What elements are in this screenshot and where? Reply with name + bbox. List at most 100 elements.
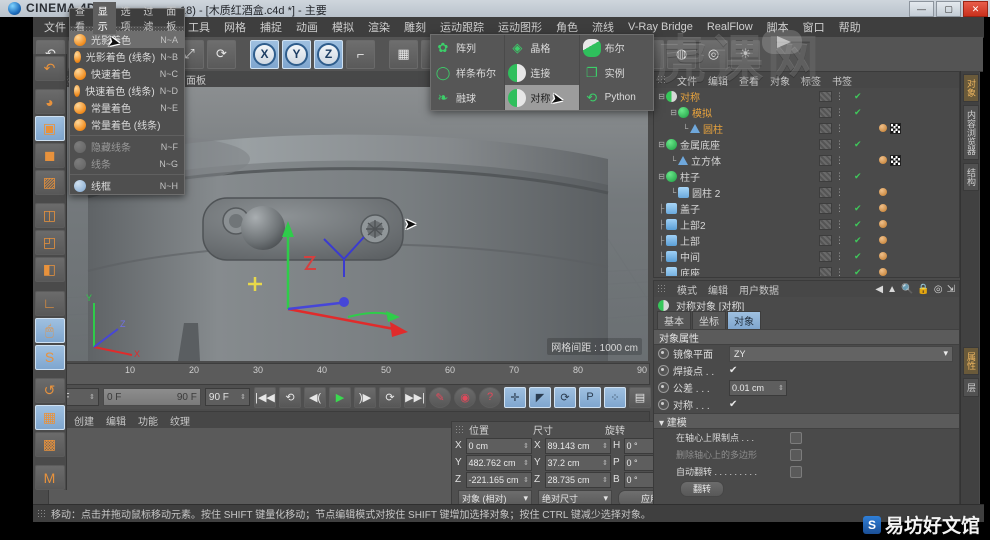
size-Y-field[interactable]: 37.2 cm ⇕ <box>544 454 611 471</box>
maximize-button[interactable]: ▢ <box>936 1 961 17</box>
material-tag-icon[interactable] <box>879 252 887 260</box>
position-X-field[interactable]: 0 cm ⇕ <box>465 437 532 454</box>
display-menu-item-隐藏线条[interactable]: 隐藏线条 N~F <box>70 138 184 155</box>
right-dock-tabs-upper[interactable]: 对象 内容浏览器 结构 <box>961 74 979 191</box>
object-visibility-dots[interactable]: ⋮ <box>819 122 844 134</box>
go-to-end-button[interactable]: ▶▶| <box>404 386 426 408</box>
object-visibility-dots[interactable]: ⋮ <box>819 106 844 118</box>
checker-cube-rail-button[interactable]: ◼ <box>34 143 65 169</box>
visibility-dots-icon[interactable]: ⋮ <box>835 251 844 262</box>
object-row-立方体[interactable]: └ 立方体 ⋮ <box>654 152 959 168</box>
menu-item-V-Ray Bridge[interactable]: V-Ray Bridge <box>621 19 700 35</box>
material-tag-icon[interactable] <box>879 220 887 228</box>
object-row-柱子[interactable]: ⊟ 柱子 ⋮ ✔ <box>654 168 959 184</box>
dock-tab-结构[interactable]: 结构 <box>963 163 979 191</box>
visibility-dots-icon[interactable]: ⋮ <box>835 139 844 150</box>
spinner-icon[interactable]: ⇕ <box>523 442 529 450</box>
attribute-manager-menu[interactable]: 模式 编辑 用户数据 ◀ ▲ 🔍 🔒 ◎ ⇲ <box>654 281 959 297</box>
forward-arrow-icon[interactable]: ▲ <box>887 284 897 295</box>
texture-tag-icon[interactable] <box>890 122 901 134</box>
layer-swatch-icon[interactable] <box>819 186 832 198</box>
animation-toolbar[interactable]: 0 F ⇕ 0 F 90 F 90 F ⇕ |◀◀⟲◀(▶)▶⟳▶▶|✎◉?✛◤… <box>48 385 651 409</box>
tree-twisty-icon[interactable]: └ <box>669 156 678 165</box>
object-menu-编辑[interactable]: 编辑 <box>703 72 733 89</box>
position-Z-field[interactable]: -221.165 cm ⇕ <box>465 471 532 488</box>
visibility-dots-icon[interactable]: ⋮ <box>835 267 844 277</box>
display-menu-item-光影着色[interactable]: 光影着色 N~A <box>70 31 184 48</box>
menu-item-模拟[interactable]: 模拟 <box>325 17 361 37</box>
minimize-button[interactable]: — <box>909 1 934 17</box>
symmetry-checkbox[interactable]: ✔ <box>729 399 737 410</box>
dock-tab-对象[interactable]: 对象 <box>963 74 979 102</box>
tree-twisty-icon[interactable]: ├ <box>657 204 666 213</box>
attribute-tab-坐标[interactable]: 坐标 <box>692 311 726 329</box>
visibility-dots-icon[interactable]: ⋮ <box>835 203 844 214</box>
display-menu-tab-面板[interactable]: 面板 <box>161 2 184 34</box>
spinner-icon[interactable]: ⇕ <box>602 476 608 484</box>
menu-item-工具[interactable]: 工具 <box>181 17 217 37</box>
menu-item-动画[interactable]: 动画 <box>289 17 325 37</box>
radio-icon[interactable] <box>658 348 669 359</box>
visibility-dots-icon[interactable]: ⋮ <box>835 235 844 246</box>
array-rail-button[interactable]: ◰ <box>34 230 65 256</box>
tree-twisty-icon[interactable]: ⊟ <box>657 140 666 149</box>
object-enabled-check-icon[interactable]: ✔ <box>854 267 862 277</box>
generator-item-对称[interactable]: 对称 <box>505 85 579 110</box>
right-dock-tabs-lower[interactable]: 属性层 <box>961 347 979 397</box>
display-menu-tab-过滤[interactable]: 过滤 <box>138 2 161 34</box>
modeling-option-checkbox[interactable] <box>790 465 802 478</box>
environment-button[interactable]: ◍ <box>667 39 696 69</box>
object-enabled-check-icon[interactable]: ✔ <box>854 91 862 102</box>
menu-item-帮助[interactable]: 帮助 <box>832 17 868 37</box>
right-dock-tabs[interactable]: 对象 内容浏览器 结构 属性层 <box>960 71 979 505</box>
generator-item-实例[interactable]: ❐ 实例 <box>580 60 653 85</box>
object-tree[interactable]: ⊟ 对称 ⋮ ✔ ⊟ 模拟 ⋮ ✔ └ 圆柱 ⋮ ⊟ 金属底座 ⋮ ✔ └ 立方体 ⋮ ⊟ 柱子 ⋮ ✔ └ 圆柱 2 ⋮ ├ 盖子… <box>654 88 959 276</box>
axis-y-button[interactable]: Y <box>282 39 311 69</box>
generator-item-样条布尔[interactable]: ◯ 样条布尔 <box>431 60 504 85</box>
snap-rail-button[interactable]: S <box>34 344 65 370</box>
menu-item-窗口[interactable]: 窗口 <box>796 17 832 37</box>
generator-item-阵列[interactable]: ✿ 阵列 <box>431 35 504 60</box>
position-Y-field[interactable]: 482.762 cm ⇕ <box>465 454 532 471</box>
back-arrow-icon[interactable]: ◀ <box>875 284 883 295</box>
layer-swatch-icon[interactable] <box>819 138 832 150</box>
layer-swatch-icon[interactable] <box>819 202 832 214</box>
autokeying-button[interactable]: ◉ <box>454 386 476 408</box>
keyframe-selection-button[interactable]: ? <box>479 386 501 408</box>
axis-z-button[interactable]: Z <box>314 39 343 69</box>
object-row-上部2[interactable]: ├ 上部2 ⋮ ✔ <box>654 216 959 232</box>
dock-tab-层[interactable]: 层 <box>963 378 979 397</box>
attribute-manager[interactable]: 模式 编辑 用户数据 ◀ ▲ 🔍 🔒 ◎ ⇲ 对称对象 [对称] 基本 坐标 对象 对象属性 镜像平… <box>653 280 960 507</box>
axis-rail-button[interactable]: ∟ <box>34 290 65 316</box>
object-visibility-dots[interactable]: ⋮ <box>819 234 844 246</box>
grip-dots-icon[interactable] <box>657 284 666 294</box>
material-tag-icon[interactable] <box>879 268 887 276</box>
visibility-dots-icon[interactable]: ⋮ <box>835 187 844 198</box>
target-icon[interactable]: ◎ <box>934 284 943 295</box>
material-tag-icon[interactable] <box>879 236 887 244</box>
menu-item-脚本[interactable]: 脚本 <box>760 17 796 37</box>
layer-swatch-icon[interactable] <box>819 266 832 276</box>
generator-item-Python[interactable]: ⟲ Python <box>580 85 653 110</box>
go-to-start-button[interactable]: |◀◀ <box>254 386 276 408</box>
next-key-button[interactable]: )▶ <box>354 386 376 408</box>
display-menu-item-快速着色[interactable]: 快速着色 N~C <box>70 65 184 82</box>
display-menu-item-线框[interactable]: 线框 N~H <box>70 177 184 194</box>
object-enabled-check-icon[interactable]: ✔ <box>854 235 862 246</box>
layer-swatch-icon[interactable] <box>819 234 832 246</box>
object-row-圆柱[interactable]: └ 圆柱 ⋮ <box>654 120 959 136</box>
cube-object-rail-button[interactable]: ▣ <box>34 116 65 142</box>
render-view-rail-button[interactable]: ◕ <box>34 89 65 115</box>
material-tag-icon[interactable] <box>879 156 887 164</box>
object-tags[interactable] <box>879 204 887 212</box>
point-level-animation-button[interactable]: ⁘ <box>604 386 626 408</box>
layer-swatch-icon[interactable] <box>819 90 832 102</box>
floor-grid-rail-button[interactable]: ▨ <box>34 170 65 196</box>
tree-twisty-icon[interactable]: └ <box>681 124 690 133</box>
close-button[interactable]: ✕ <box>963 1 988 17</box>
object-row-上部[interactable]: ├ 上部 ⋮ ✔ <box>654 232 959 248</box>
layer-swatch-icon[interactable] <box>819 122 832 134</box>
spinner-icon[interactable]: ⇕ <box>602 459 608 467</box>
attribute-tabs[interactable]: 基本 坐标 对象 <box>654 311 959 329</box>
tree-twisty-icon[interactable]: ├ <box>657 236 666 245</box>
